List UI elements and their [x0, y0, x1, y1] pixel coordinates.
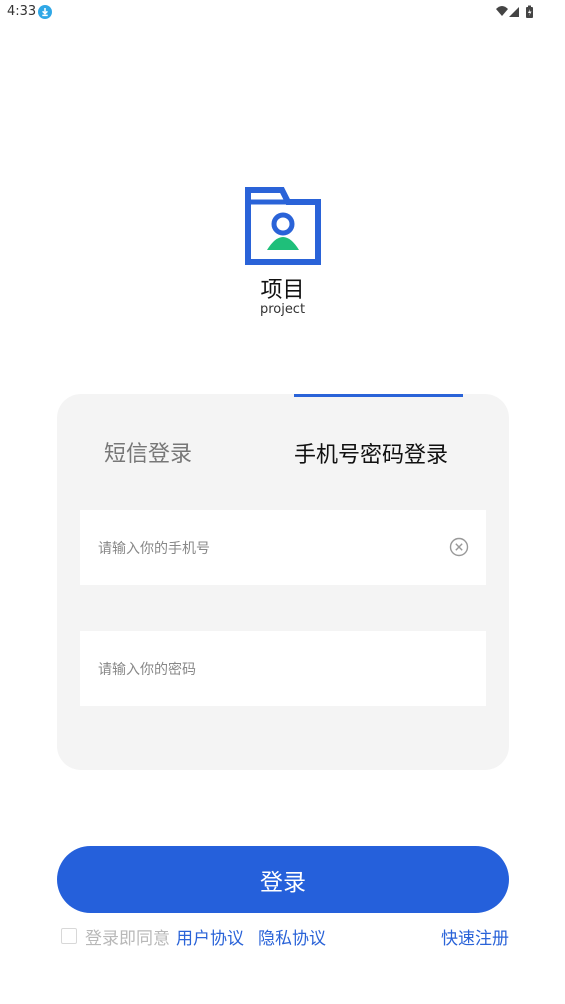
active-tab-indicator	[294, 394, 463, 397]
clear-icon[interactable]	[449, 537, 469, 557]
agreement-text: 登录即同意	[85, 928, 170, 949]
register-link[interactable]: 快速注册	[441, 924, 509, 949]
app-name: 项目	[260, 278, 305, 303]
user-agreement-link[interactable]: 用户协议	[176, 924, 244, 949]
agreement-row: 登录即同意 用户协议 隐私协议	[61, 924, 326, 949]
privacy-agreement-link[interactable]: 隐私协议	[258, 924, 326, 949]
agreement-checkbox[interactable]	[61, 928, 77, 944]
download-icon	[38, 5, 52, 19]
password-field	[80, 631, 486, 708]
tab-password-login[interactable]: 手机号密码登录	[294, 437, 448, 469]
battery-icon	[526, 5, 533, 18]
password-input[interactable]	[96, 631, 440, 708]
login-button[interactable]: 登录	[57, 846, 509, 913]
phone-input[interactable]	[96, 510, 440, 587]
wifi-icon	[496, 6, 508, 16]
app-subtitle: project	[259, 302, 306, 317]
tab-sms-login[interactable]: 短信登录	[104, 436, 192, 468]
status-bar: 4:33	[0, 0, 565, 24]
status-time: 4:33	[7, 4, 37, 19]
signal-icon	[509, 7, 519, 17]
folder-user-icon	[245, 187, 321, 265]
status-icons	[496, 5, 533, 18]
phone-field	[80, 510, 486, 587]
